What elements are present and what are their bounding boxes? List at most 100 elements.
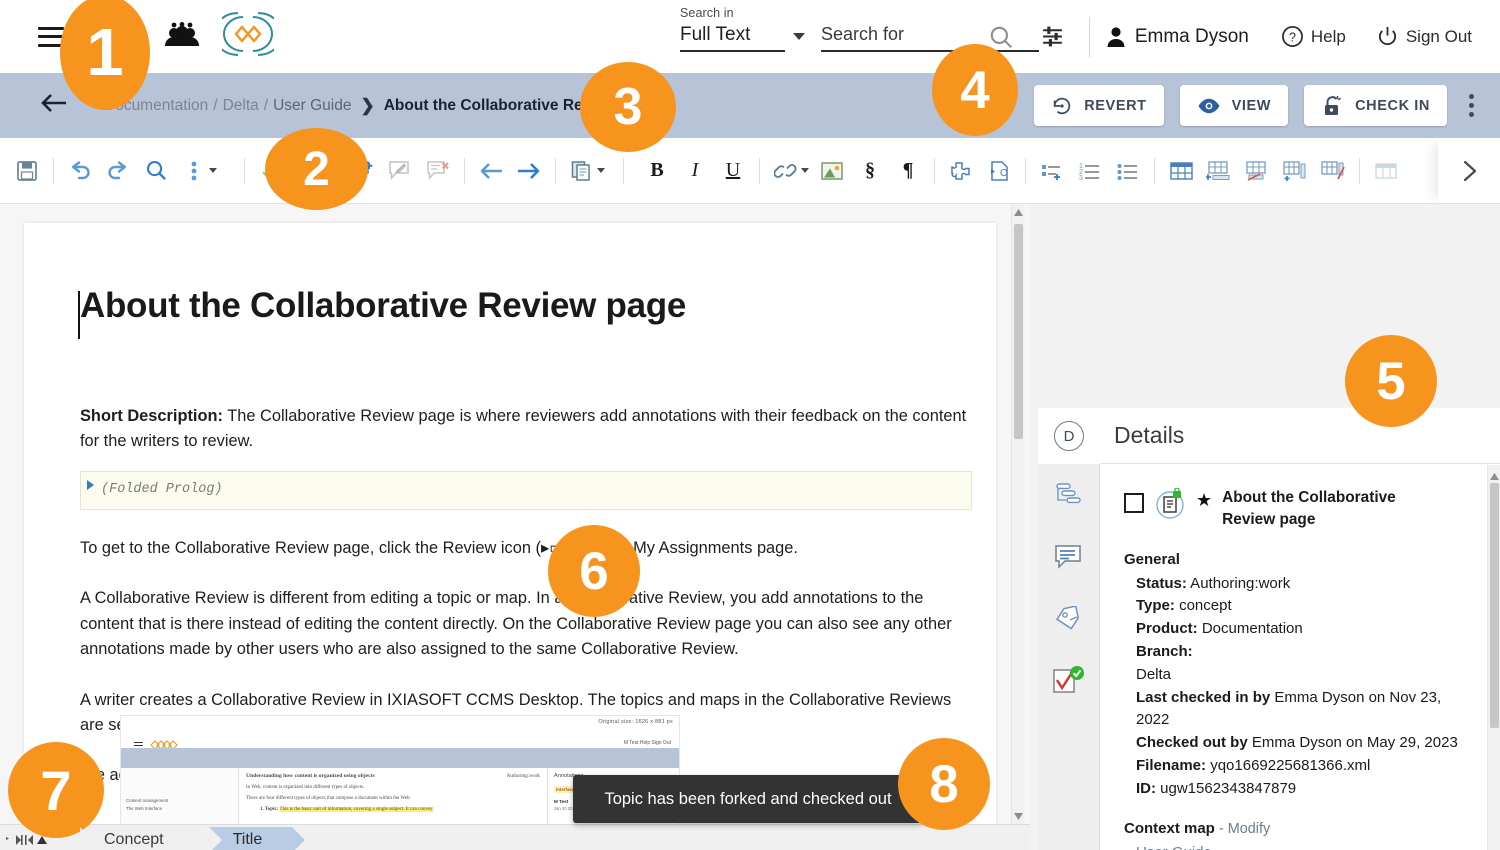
document-scroll-area: About the Collaborative Review page Shor… — [0, 204, 1030, 850]
chevron-right-icon: ❯ — [360, 95, 375, 115]
callout-badge-6: 6 — [548, 525, 640, 617]
back-arrow-icon[interactable] — [40, 93, 68, 118]
embedded-status: Authoring:work — [506, 773, 540, 779]
insert-column-icon[interactable] — [1276, 152, 1314, 190]
signout-label: Sign Out — [1405, 26, 1472, 46]
underline-icon[interactable]: U — [714, 152, 752, 190]
image-icon[interactable] — [813, 152, 851, 190]
element-crumb-concept[interactable]: Concept — [80, 826, 207, 850]
eye-icon — [1198, 98, 1220, 113]
callout-badge-3: 3 — [580, 62, 676, 152]
more-vertical-icon[interactable] — [175, 152, 213, 190]
insert-table-icon[interactable] — [1162, 152, 1200, 190]
signout-button[interactable]: Sign Out — [1376, 25, 1472, 48]
favorite-star-icon[interactable]: ★ — [1196, 490, 1212, 511]
embedded-top-bar: M Test Help Sign Out — [121, 726, 679, 750]
chevron-down-icon[interactable] — [801, 168, 809, 173]
undo-icon[interactable] — [61, 152, 99, 190]
document-paragraph[interactable]: A Collaborative Review is different from… — [80, 586, 972, 662]
rail-item-tags[interactable] — [1038, 588, 1100, 650]
breadcrumb-branch[interactable]: Delta — [223, 97, 259, 115]
tags-icon — [1055, 606, 1079, 630]
embedded-left-pane: Content management The Web Interface — [121, 768, 239, 825]
details-vertical-scrollbar[interactable] — [1487, 465, 1500, 850]
expand-triangle-icon[interactable] — [87, 479, 94, 490]
short-description-paragraph[interactable]: Short Description: The Collaborative Rev… — [80, 404, 972, 455]
paragraph-icon[interactable]: ¶ — [889, 152, 927, 190]
chevron-down-icon[interactable] — [209, 168, 217, 173]
context-map-link[interactable]: User Guide — [1136, 842, 1470, 850]
table-props-icon[interactable] — [1367, 152, 1405, 190]
document-page[interactable]: About the Collaborative Review page Shor… — [24, 223, 996, 825]
next-change-icon[interactable] — [510, 152, 548, 190]
link-icon[interactable] — [767, 152, 805, 190]
italic-icon[interactable]: I — [676, 152, 714, 190]
more-vertical-icon[interactable] — [1469, 94, 1474, 117]
document-vertical-scrollbar[interactable] — [1011, 204, 1024, 824]
save-icon[interactable] — [8, 152, 46, 190]
ordered-list-icon[interactable]: 123 — [1071, 152, 1109, 190]
delete-column-icon[interactable] — [1314, 152, 1352, 190]
copy-icon[interactable] — [563, 152, 601, 190]
revert-label: REVERT — [1084, 97, 1147, 114]
user-name: Emma Dyson — [1134, 25, 1249, 47]
insert-row-icon[interactable] — [1200, 152, 1238, 190]
details-field: Status: Authoring:work — [1136, 574, 1291, 592]
details-document-row: ★ About the Collaborative Review page — [1124, 487, 1470, 532]
insert-element-icon[interactable] — [942, 152, 980, 190]
comments-icon — [1055, 545, 1081, 569]
edit-comment-icon[interactable] — [381, 152, 419, 190]
unordered-list-icon[interactable] — [1109, 152, 1147, 190]
details-document-name: About the Collaborative Review page — [1222, 489, 1396, 529]
chevron-down-icon[interactable] — [793, 33, 805, 40]
check-in-button[interactable]: CHECK IN — [1304, 85, 1447, 126]
search-scope-select[interactable]: Full Text — [680, 24, 785, 52]
details-field: Filename: yqo1669225681366.xml — [1136, 757, 1371, 775]
view-button[interactable]: VIEW — [1179, 85, 1289, 126]
callout-badge-8: 8 — [898, 738, 990, 830]
top-right-actions: Emma Dyson ? Help Sign Out — [981, 0, 1500, 73]
element-crumb-title[interactable]: Title — [208, 826, 306, 850]
user-menu[interactable]: Emma Dyson — [1106, 26, 1249, 48]
breadcrumb-map[interactable]: User Guide — [273, 97, 351, 115]
bold-icon[interactable]: B — [638, 152, 676, 190]
embedded-line2: There are four different types of object… — [246, 796, 411, 801]
rail-branch-badge[interactable]: D — [1038, 408, 1100, 464]
element-crumb-label: Title — [232, 830, 263, 848]
delete-row-icon[interactable] — [1238, 152, 1276, 190]
folded-prolog-block[interactable]: (Folded Prolog) — [80, 470, 972, 510]
previous-change-icon[interactable] — [472, 152, 510, 190]
insert-conref-icon[interactable]: C — [980, 152, 1018, 190]
rail-item-review-checklist[interactable] — [1038, 650, 1100, 712]
redo-icon[interactable] — [99, 152, 137, 190]
toolbar-overflow-button[interactable] — [1438, 138, 1500, 203]
rail-item-comments[interactable] — [1038, 526, 1100, 588]
details-panel-body: ★ About the Collaborative Review page Ge… — [1100, 465, 1486, 850]
rail-item-outline-structure[interactable] — [1038, 464, 1100, 526]
rail-branch-letter: D — [1054, 421, 1084, 451]
ixiasoft-logo-icon[interactable] — [213, 9, 283, 64]
details-field: Product: Documentation — [1136, 620, 1303, 638]
revert-button[interactable]: REVERT — [1034, 85, 1164, 126]
scroll-up-arrow-icon[interactable] — [1012, 204, 1025, 220]
locked-topic-icon — [1154, 487, 1186, 525]
breadcrumb-separator: / — [213, 96, 218, 114]
filter-settings-icon[interactable] — [1033, 17, 1073, 57]
definition-list-icon[interactable] — [1033, 152, 1071, 190]
svg-text:3: 3 — [1079, 175, 1083, 182]
scroll-down-arrow-icon[interactable] — [1012, 808, 1025, 824]
people-icon[interactable] — [164, 21, 200, 52]
selection-checkbox[interactable] — [1124, 493, 1144, 513]
section-icon[interactable]: § — [851, 152, 889, 190]
chevron-down-icon[interactable] — [597, 168, 605, 173]
document-paragraph[interactable]: To get to the Collaborative Review page,… — [80, 536, 972, 561]
scrollbar-thumb[interactable] — [1490, 483, 1499, 728]
help-button[interactable]: ? Help — [1281, 25, 1346, 48]
context-map-modify-link[interactable]: - Modify — [1219, 821, 1270, 837]
scrollbar-thumb[interactable] — [1014, 224, 1023, 439]
find-icon[interactable] — [137, 152, 175, 190]
svg-text:▸: ▸ — [6, 836, 9, 842]
top-navigation-bar: Search in Full Text Search for Emma Dyso… — [0, 0, 1500, 73]
delete-comment-icon[interactable] — [419, 152, 457, 190]
text-cursor — [78, 291, 80, 339]
